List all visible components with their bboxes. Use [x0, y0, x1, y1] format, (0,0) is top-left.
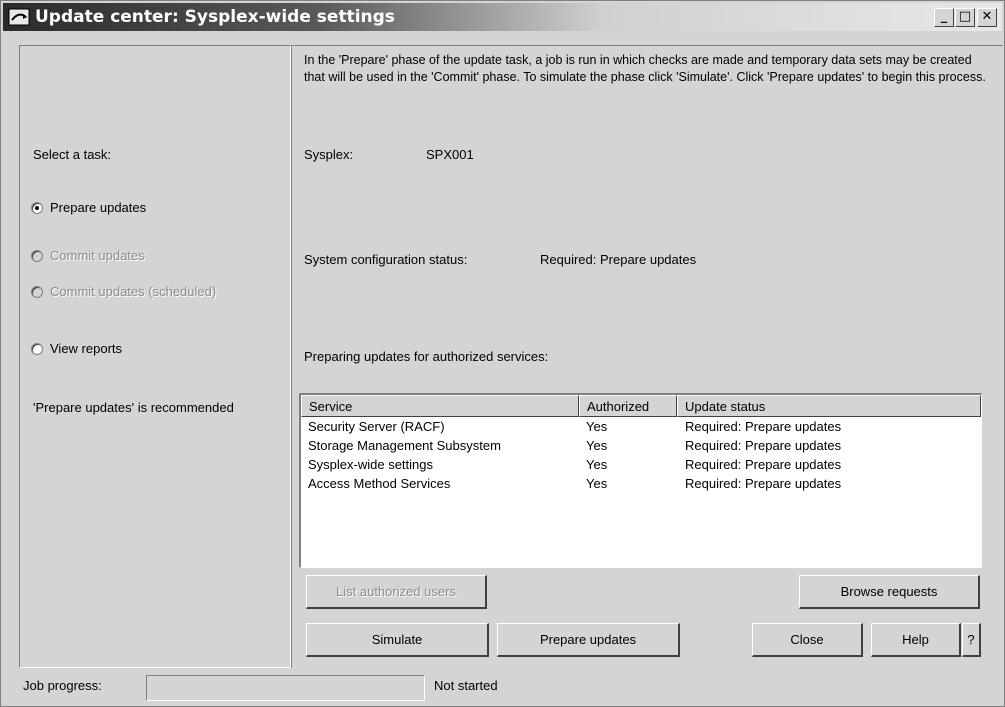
title-bar[interactable]: Update center: Sysplex-wide settings _ □… [3, 3, 1002, 31]
context-help-button[interactable]: ? [962, 623, 981, 657]
services-table[interactable]: Service Authorized Update status Securit… [299, 393, 982, 568]
table-row[interactable]: Access Method Services Yes Required: Pre… [301, 475, 981, 494]
config-status-value: Required: Prepare updates [540, 252, 697, 267]
task-label: Commit updates [50, 248, 145, 263]
task-commit-updates-scheduled: Commit updates (scheduled) [31, 284, 216, 299]
job-progress-bar [146, 675, 425, 701]
list-authorized-users-button: List authorized users [306, 575, 487, 609]
radio-selected-dot [35, 205, 39, 210]
column-header-service[interactable]: Service [301, 395, 579, 417]
minimize-button[interactable]: _ [934, 8, 954, 27]
radio-commit-updates [31, 249, 43, 262]
cell-authorized: Yes [586, 438, 608, 453]
cell-authorized: Yes [586, 419, 608, 434]
column-header-authorized[interactable]: Authorized [579, 395, 677, 417]
cell-update-status: Required: Prepare updates [685, 457, 842, 472]
window-title: Update center: Sysplex-wide settings [35, 7, 395, 27]
app-icon [8, 8, 30, 26]
cell-service: Security Server (RACF) [308, 419, 445, 434]
job-status-text: Not started [434, 678, 498, 693]
services-heading: Preparing updates for authorized service… [304, 349, 549, 364]
task-label: View reports [50, 341, 123, 356]
cell-authorized: Yes [586, 457, 608, 472]
cell-service: Storage Management Subsystem [308, 438, 501, 453]
table-row[interactable]: Storage Management Subsystem Yes Require… [301, 437, 981, 456]
sysplex-value: SPX001 [426, 147, 474, 162]
maximize-button[interactable]: □ [955, 8, 975, 27]
column-header-update-status[interactable]: Update status [677, 395, 981, 417]
task-label: Prepare updates [50, 200, 147, 215]
task-label: Commit updates (scheduled) [50, 284, 217, 299]
cell-service: Access Method Services [308, 476, 451, 491]
select-task-label: Select a task: [33, 147, 112, 162]
cell-authorized: Yes [586, 476, 608, 491]
config-status-label: System configuration status: [304, 252, 468, 267]
recommendation-text: 'Prepare updates' is recommended [33, 400, 234, 415]
simulate-button[interactable]: Simulate [306, 623, 489, 657]
task-prepare-updates[interactable]: Prepare updates [31, 200, 146, 215]
help-button[interactable]: Help [871, 623, 961, 657]
sysplex-label: Sysplex: [304, 147, 354, 162]
radio-view-reports[interactable] [31, 342, 43, 355]
table-header: Service Authorized Update status [301, 395, 981, 417]
close-button[interactable]: Close [752, 623, 863, 657]
cell-update-status: Required: Prepare updates [685, 438, 842, 453]
browse-requests-button[interactable]: Browse requests [799, 575, 980, 609]
cell-update-status: Required: Prepare updates [685, 419, 842, 434]
radio-prepare-updates[interactable] [31, 201, 43, 214]
cell-service: Sysplex-wide settings [308, 457, 433, 472]
intro-text: In the 'Prepare' phase of the update tas… [304, 53, 986, 84]
update-center-window: Update center: Sysplex-wide settings _ □… [0, 0, 1005, 707]
task-panel [19, 45, 291, 668]
table-row[interactable]: Security Server (RACF) Yes Required: Pre… [301, 418, 981, 437]
cell-update-status: Required: Prepare updates [685, 476, 842, 491]
radio-commit-updates-scheduled [31, 285, 43, 298]
task-view-reports[interactable]: View reports [31, 341, 122, 356]
close-window-button[interactable]: ✕ [977, 8, 997, 27]
table-row[interactable]: Sysplex-wide settings Yes Required: Prep… [301, 456, 981, 475]
task-commit-updates: Commit updates [31, 248, 145, 263]
job-progress-label: Job progress: [23, 678, 102, 693]
prepare-updates-button[interactable]: Prepare updates [497, 623, 680, 657]
